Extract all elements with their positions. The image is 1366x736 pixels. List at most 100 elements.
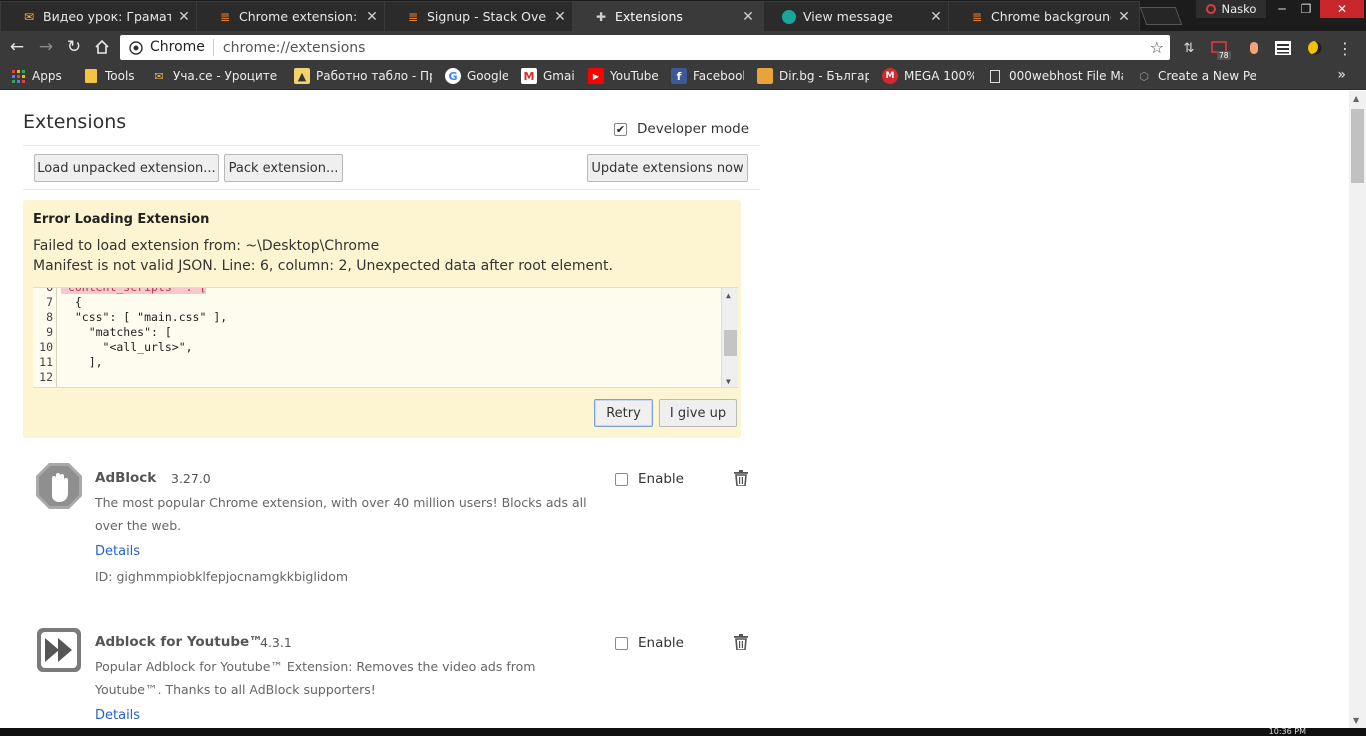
scrollbar-thumb[interactable] [1351,109,1364,183]
bookmark-gmail[interactable]: M Gmail [521,68,575,84]
update-extensions-button[interactable]: Update extensions now [587,154,748,182]
scroll-down-icon[interactable]: ▼ [726,377,731,386]
tab-title: Chrome background-co [991,9,1111,24]
page-scrollbar[interactable]: ▲ ▼ [1349,91,1366,728]
bookmark-google[interactable]: G Google [445,68,508,84]
developer-mode-label: Developer mode [637,121,750,137]
new-tab-button[interactable] [1139,7,1183,25]
address-bar[interactable]: Chrome chrome://extensions ☆ [120,35,1170,60]
give-up-button[interactable]: I give up [659,399,737,427]
bookmarks-overflow-icon[interactable]: » [1337,67,1346,83]
close-icon[interactable]: ✕ [177,9,191,25]
close-icon[interactable]: ✕ [929,9,943,25]
scrollbar-thumb[interactable] [724,330,737,356]
minimize-button[interactable]: ─ [1270,0,1294,18]
uchase-icon: ✉ [154,69,164,83]
profile-button[interactable]: Nasko [1196,0,1266,18]
scroll-down-icon[interactable]: ▼ [1353,716,1359,725]
extension-version: 4.3.1 [260,635,292,650]
trash-icon[interactable] [734,634,748,650]
url-text[interactable]: chrome://extensions [214,40,366,56]
security-chip[interactable]: Chrome [150,39,214,56]
bookmark-label: YouTube [610,69,658,83]
bookmark-facebook[interactable]: f Facebook [671,68,744,84]
extension-badge: 78 [1217,51,1231,60]
tab-chrome-background[interactable]: ≣ Chrome background-co ✕ [948,1,1140,31]
page-title: Extensions [23,111,127,133]
puzzle-icon: ✚ [595,9,607,24]
restore-button[interactable]: ❐ [1294,0,1318,18]
retry-button[interactable]: Retry [594,399,653,427]
bookmark-000webhost[interactable]: 000webhost File Man [987,68,1123,84]
bookmark-apps[interactable]: Apps [10,68,70,84]
bookmark-rabotno-tablo[interactable]: ▲ Работно табло - Про [294,68,432,84]
enable-toggle-adblock[interactable]: Enable [615,471,684,487]
google-icon: G [445,68,461,84]
bookmark-label: Уча.се - Уроците за у [173,69,281,83]
forward-button[interactable]: → [34,36,58,58]
toolbar-extension-arrows-icon[interactable]: ⇅ [1180,39,1198,57]
manifest-code-viewer[interactable]: 6 "content_scripts" : [7 {8 "css": [ "mai… [33,287,738,388]
checkbox-unchecked-icon[interactable] [615,472,628,486]
checkbox-unchecked-icon[interactable] [615,636,628,650]
apps-icon [10,68,26,84]
bookmark-codepen[interactable]: ⬡ Create a New Pen [1136,68,1256,84]
pack-extension-button[interactable]: Pack extension... [224,154,343,182]
developer-mode-toggle[interactable]: ✔ Developer mode [614,121,749,137]
toolbar-extension-list-icon[interactable] [1274,39,1292,57]
code-line-number: 6 [46,287,53,294]
close-icon[interactable]: ✕ [365,9,379,25]
code-line-text: ], [61,355,103,369]
browser-toolbar: ← → ↻ Chrome chrome://extensions ☆ ⇅ 78 … [0,31,1366,63]
tab-video-lesson[interactable]: ✉ Видео урок: Граматичн ✕ [0,1,200,31]
error-message-path: Failed to load extension from: ~\Desktop… [33,238,380,254]
tab-signup-stack-overflow[interactable]: ≣ Signup - Stack Overflow ✕ [384,1,576,31]
profile-icon [1205,4,1216,14]
extension-details-link[interactable]: Details [95,708,140,723]
chrome-menu-button[interactable]: ⋮ [1336,39,1354,58]
close-icon[interactable]: ✕ [741,9,755,25]
code-line-text-error: "content_scripts" : [ [61,288,207,295]
tab-title: Chrome extension: conte [239,9,359,24]
toolbar-extension-moon-icon[interactable] [1306,39,1324,57]
code-line-number: 9 [46,325,53,339]
enable-toggle-adblock-for-youtube[interactable]: Enable [615,635,684,651]
trash-icon[interactable] [734,470,748,486]
code-line-text: { [61,295,82,309]
bookmark-label: 000webhost File Man [1009,69,1123,83]
code-scrollbar[interactable]: ▲ ▼ [721,288,738,387]
code-error-highlight: "content_scripts" : [ [61,288,207,294]
bookmark-youtube[interactable]: ▶ YouTube [588,68,658,84]
tab-chrome-extension-content[interactable]: ≣ Chrome extension: conte ✕ [196,1,388,31]
divider [23,145,760,146]
bookmark-uchase[interactable]: ✉ Уча.се - Уроците за у [151,68,281,84]
extension-name: Adblock for Youtube™ [95,634,263,650]
tab-extensions[interactable]: ✚ Extensions ✕ [572,1,764,31]
reload-icon: ↻ [66,37,82,57]
bookmark-label: Работно табло - Про [316,69,432,83]
close-icon[interactable]: ✕ [553,9,567,25]
fast-forward-icon [37,628,81,672]
scroll-up-icon[interactable]: ▲ [1353,94,1359,103]
facebook-icon: f [671,68,687,84]
load-unpacked-button[interactable]: Load unpacked extension... [34,154,219,182]
profile-name: Nasko [1221,2,1257,16]
reload-button[interactable]: ↻ [62,36,86,58]
toolbar-extension-bulb-icon[interactable] [1245,39,1263,57]
close-icon[interactable]: ✕ [1117,9,1131,25]
back-button[interactable]: ← [5,36,29,58]
home-button[interactable] [90,36,114,58]
checkbox-checked-icon[interactable]: ✔ [614,122,627,136]
bookmark-dirbg[interactable]: Dir.bg - Българският [757,68,869,84]
bookmark-star-icon[interactable]: ☆ [1150,38,1164,57]
bookmark-mega[interactable]: M MEGA 100% [882,68,974,84]
window-close-button[interactable]: ✕ [1320,0,1364,18]
code-line-number: 13 [33,385,53,387]
taskbar-clock: 10:36 PM [1268,727,1306,736]
error-message-detail: Manifest is not valid JSON. Line: 6, col… [33,258,613,274]
bookmark-label: Dir.bg - Българският [779,69,869,83]
bookmark-tools[interactable]: Tools [83,68,138,84]
tab-view-message[interactable]: View message ✕ [760,1,952,31]
extension-details-link[interactable]: Details [95,544,140,559]
scroll-up-icon[interactable]: ▲ [726,291,731,300]
